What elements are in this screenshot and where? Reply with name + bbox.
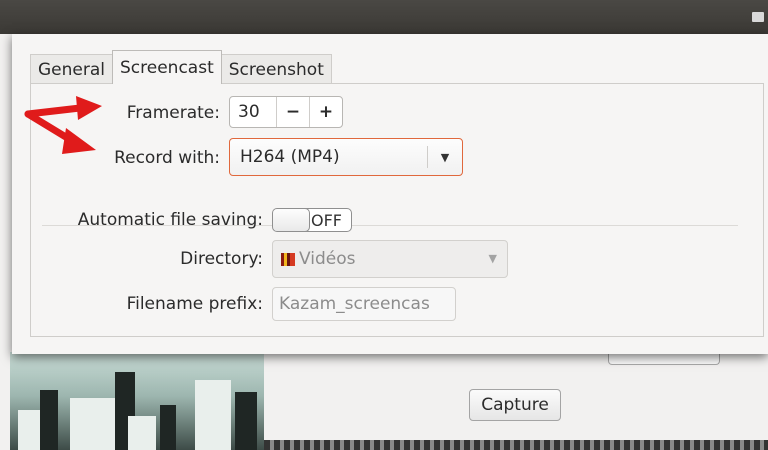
- dropdown-arrow-icon[interactable]: ▼: [489, 252, 497, 265]
- framerate-label: Framerate:: [126, 103, 220, 123]
- directory-label: Directory:: [180, 249, 263, 269]
- tab-screenshot[interactable]: Screenshot: [220, 54, 332, 84]
- filename-prefix-input[interactable]: Kazam_screencas: [272, 287, 456, 321]
- annotation-arrow-icon: [24, 96, 102, 154]
- auto-save-toggle[interactable]: OFF: [272, 208, 352, 232]
- record-with-label: Record with:: [114, 148, 220, 168]
- toggle-knob[interactable]: [273, 209, 310, 231]
- codec-dropdown[interactable]: H264 (MP4) ▼: [229, 138, 463, 176]
- window-control-icon[interactable]: [752, 12, 764, 22]
- toggle-state: OFF: [311, 210, 342, 230]
- preferences-dialog: General Screencast Screenshot Framerate:…: [12, 34, 768, 354]
- tab-general[interactable]: General: [30, 54, 113, 84]
- directory-chooser[interactable]: Vidéos ▼: [272, 240, 508, 278]
- filename-prefix-label: Filename prefix:: [126, 294, 263, 314]
- tab-bar: General Screencast Screenshot: [30, 50, 332, 84]
- directory-value: Vidéos: [299, 249, 356, 269]
- framerate-decrement-button[interactable]: −: [276, 97, 309, 127]
- framerate-increment-button[interactable]: +: [309, 97, 342, 127]
- dropdown-arrow-icon[interactable]: ▼: [427, 146, 462, 168]
- wallpaper-image: [10, 352, 264, 450]
- tab-screencast[interactable]: Screencast: [112, 50, 222, 84]
- wallpaper-strip: [264, 440, 768, 450]
- capture-button[interactable]: Capture: [469, 389, 561, 421]
- auto-save-label: Automatic file saving:: [77, 210, 263, 230]
- framerate-value[interactable]: 30: [230, 97, 276, 127]
- title-bar: [0, 0, 768, 34]
- codec-dropdown-value: H264 (MP4): [240, 147, 340, 167]
- folder-icon: [281, 252, 295, 266]
- framerate-spinner[interactable]: 30 − +: [229, 96, 343, 128]
